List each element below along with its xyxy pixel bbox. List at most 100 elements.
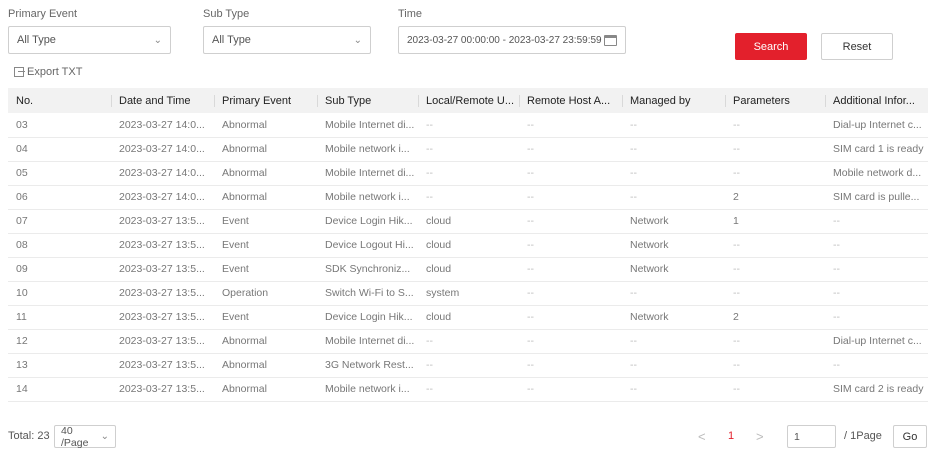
col-header-date-time[interactable]: Date and Time [111,88,214,113]
cell-local-remote-user: -- [426,167,433,179]
col-header-primary-event[interactable]: Primary Event [214,88,317,113]
per-page-select[interactable]: 40 /Page ⌄ [54,424,116,449]
table-row[interactable]: 13 2023-03-27 13:5... Abnormal 3G Network R… [8,353,928,377]
cell-parameters: 2 [733,191,739,203]
cell-remote-host: -- [527,118,534,131]
cell-remote-host: -- [527,287,534,299]
cell-date-time: 2023-03-27 13:5... [119,239,205,251]
cell-managed-by: -- [630,167,637,179]
cell-no: 14 [16,383,28,395]
cell-date-time: 2023-03-27 14:0... [119,143,205,155]
cell-local-remote-user: -- [426,359,433,371]
table-row[interactable]: 04 2023-03-27 14:0... Abnormal Mobile netwo… [8,137,928,161]
cell-sub-type: Mobile Internet di... [325,335,415,347]
total-count: Total: 23 [8,430,50,442]
search-button[interactable]: Search [735,33,807,60]
table-row[interactable]: 03 2023-03-27 14:0... Abnormal Mobile Inter… [8,113,928,137]
cell-no: 05 [16,167,28,179]
cell-date-time: 2023-03-27 13:5... [119,335,205,347]
prev-page-button[interactable]: < [698,429,706,444]
cell-additional-info: -- [833,263,840,275]
cell-primary-event: Abnormal [222,191,267,203]
cell-managed-by: -- [630,118,637,131]
table-row[interactable]: 08 2023-03-27 13:5... Event Device Logout H… [8,233,928,257]
cell-date-time: 2023-03-27 14:0... [119,191,205,203]
calendar-icon[interactable] [604,34,617,46]
time-range-input[interactable]: 2023-03-27 00:00:00 - 2023-03-27 23:59:5… [398,26,626,54]
col-header-remote-host[interactable]: Remote Host A... [519,88,622,113]
cell-sub-type: Mobile network i... [325,383,410,395]
cell-parameters: 2 [733,311,739,323]
cell-sub-type: Mobile Internet di... [325,118,415,131]
cell-additional-info: Dial-up Internet c... [833,335,922,347]
cell-parameters: -- [733,263,740,275]
cell-remote-host: -- [527,215,534,227]
cell-local-remote-user: cloud [426,311,452,323]
cell-parameters: -- [733,143,740,155]
cell-no: 06 [16,191,28,203]
cell-date-time: 2023-03-27 13:5... [119,311,205,323]
table-row[interactable]: 10 2023-03-27 13:5... Operation Switch Wi-F… [8,281,928,305]
col-header-additional-info[interactable]: Additional Infor... [825,88,928,113]
col-header-local-remote-user[interactable]: Local/Remote U... [418,88,519,113]
cell-sub-type: Mobile network i... [325,143,410,155]
export-label: Export TXT [27,66,83,78]
cell-date-time: 2023-03-27 14:0... [119,167,205,179]
cell-managed-by: Network [630,311,669,323]
page-jump-input[interactable]: 1 [787,425,836,448]
filter-bar: Primary Event All Type ⌄ Sub Type All Ty… [8,8,928,60]
cell-local-remote-user: -- [426,335,433,347]
table-row[interactable]: 12 2023-03-27 13:5... Abnormal Mobile Inter… [8,329,928,353]
next-page-button[interactable]: > [756,429,764,444]
cell-managed-by: Network [630,263,669,275]
cell-managed-by: -- [630,143,637,155]
cell-sub-type: Switch Wi-Fi to S... [325,287,414,299]
cell-managed-by: -- [630,191,637,203]
cell-remote-host: -- [527,191,534,203]
table-row[interactable]: 11 2023-03-27 13:5... Event Device Login Hi… [8,305,928,329]
cell-managed-by: Network [630,215,669,227]
cell-primary-event: Abnormal [222,335,267,347]
table-row[interactable]: 06 2023-03-27 14:0... Abnormal Mobile netwo… [8,185,928,209]
col-header-managed-by[interactable]: Managed by [622,88,725,113]
cell-remote-host: -- [527,311,534,323]
cell-remote-host: -- [527,335,534,347]
export-txt-button[interactable]: Export TXT [14,66,82,78]
time-range-value: 2023-03-27 00:00:00 - 2023-03-27 23:59:5… [407,34,602,46]
per-page-value: 40 /Page [61,424,89,449]
cell-additional-info: -- [833,311,840,323]
cell-sub-type: Device Logout Hi... [325,239,414,251]
cell-managed-by: -- [630,359,637,371]
current-page-number[interactable]: 1 [728,430,734,442]
table-header-row: No. Date and Time Primary Event Sub Type… [8,88,928,113]
cell-date-time: 2023-03-27 13:5... [119,215,205,227]
cell-remote-host: -- [527,143,534,155]
cell-no: 11 [16,311,27,323]
table-row[interactable]: 05 2023-03-27 14:0... Abnormal Mobile Inter… [8,161,928,185]
table-row[interactable]: 09 2023-03-27 13:5... Event SDK Synchroniz.… [8,257,928,281]
col-header-parameters[interactable]: Parameters [725,88,825,113]
reset-button[interactable]: Reset [821,33,893,60]
cell-sub-type: Device Login Hik... [325,215,413,227]
cell-sub-type: Mobile Internet di... [325,167,415,179]
cell-primary-event: Abnormal [222,359,267,371]
cell-additional-info: -- [833,215,840,227]
sub-type-label: Sub Type [203,8,250,20]
table-row[interactable]: 07 2023-03-27 13:5... Event Device Login Hi… [8,209,928,233]
cell-date-time: 2023-03-27 13:5... [119,287,205,299]
sub-type-select[interactable]: All Type ⌄ [203,26,371,54]
cell-managed-by: -- [630,383,637,395]
cell-managed-by: -- [630,287,637,299]
col-header-no[interactable]: No. [8,88,111,113]
go-button[interactable]: Go [893,425,927,448]
cell-parameters: -- [733,239,740,251]
primary-event-select[interactable]: All Type ⌄ [8,26,171,54]
cell-managed-by: Network [630,239,669,251]
col-header-sub-type[interactable]: Sub Type [317,88,418,113]
table-row[interactable]: 14 2023-03-27 13:5... Abnormal Mobile netwo… [8,377,928,401]
cell-primary-event: Operation [222,287,269,299]
cell-primary-event: Abnormal [222,167,267,179]
cell-remote-host: -- [527,263,534,275]
time-label: Time [398,8,423,20]
cell-local-remote-user: -- [426,383,433,395]
